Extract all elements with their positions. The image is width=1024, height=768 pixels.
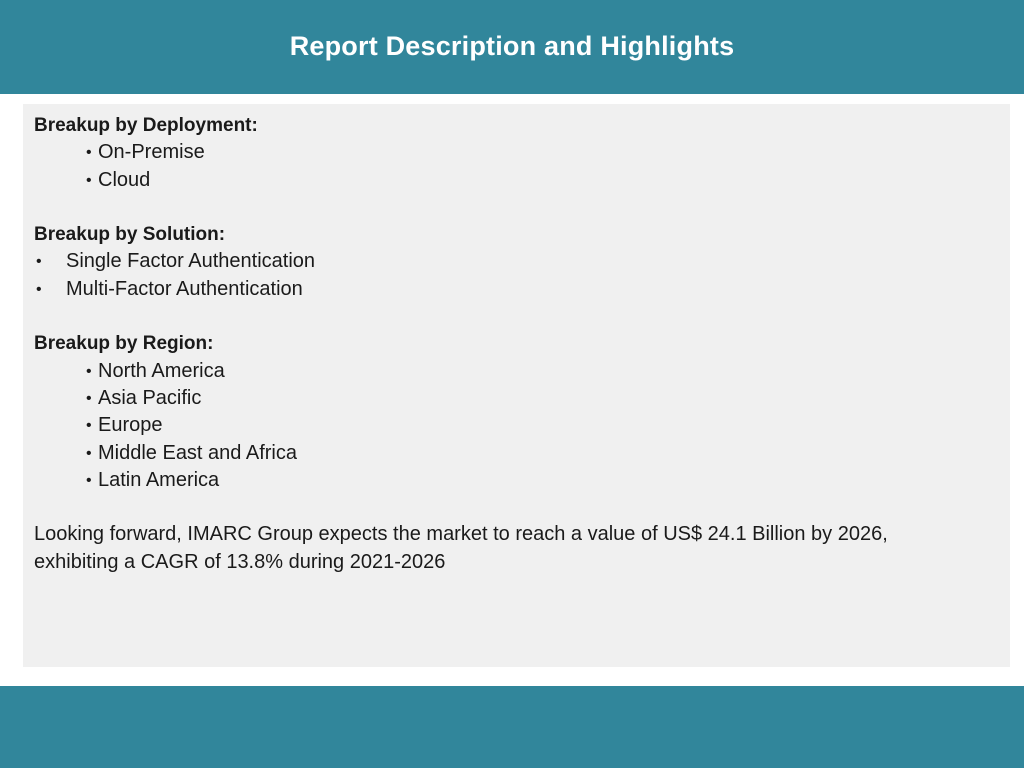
footer-band xyxy=(0,686,1024,768)
bullet-icon: • xyxy=(86,362,92,380)
bullet-icon: • xyxy=(86,389,92,407)
solution-item-label: Single Factor Authentication xyxy=(66,250,316,273)
region-item-label: Asia Pacific xyxy=(98,386,202,409)
page-title: Report Description and Highlights xyxy=(289,30,735,61)
region-item: • North America xyxy=(34,358,999,385)
header-band: Report Description and Highlights xyxy=(0,0,1024,94)
deployment-heading: Breakup by Deployment: xyxy=(34,115,258,136)
region-item: • Latin America xyxy=(34,467,999,494)
bullet-icon: • xyxy=(36,253,42,271)
region-heading: Breakup by Region: xyxy=(34,333,214,355)
bullet-icon: • xyxy=(86,144,92,162)
deployment-item-label: On-Premise xyxy=(98,141,205,164)
bullet-icon: • xyxy=(86,471,92,489)
region-item-label: Middle East and Africa xyxy=(98,441,297,464)
bullet-icon: • xyxy=(86,417,92,435)
bullet-icon: • xyxy=(36,280,42,298)
region-item: • Asia Pacific xyxy=(34,385,999,412)
solution-item-label: Multi-Factor Authentication xyxy=(66,277,303,300)
region-item: • Europe xyxy=(34,412,999,439)
region-item-label: North America xyxy=(98,359,225,382)
region-item-label: Latin America xyxy=(98,468,220,491)
solution-item: • Single Factor Authentication xyxy=(34,248,999,275)
solution-item: • Multi-Factor Authentication xyxy=(34,276,999,303)
bullet-icon: • xyxy=(86,171,92,189)
bullet-icon: • xyxy=(86,444,92,462)
deployment-item-label: Cloud xyxy=(98,168,151,191)
region-item: • Middle East and Africa xyxy=(34,440,999,467)
region-item-label: Europe xyxy=(98,414,163,437)
deployment-item: • Cloud xyxy=(34,167,999,194)
solution-heading: Breakup by Solution: xyxy=(34,224,226,246)
outlook-line-1: Looking forward, IMARC Group expects the… xyxy=(34,523,888,546)
outlook-line-2: exhibiting a CAGR of 13.8% during 2021-2… xyxy=(34,550,446,573)
content-panel: Breakup by Deployment: • On-Premise • Clou… xyxy=(23,104,1010,667)
deployment-item: • On-Premise xyxy=(34,139,999,166)
